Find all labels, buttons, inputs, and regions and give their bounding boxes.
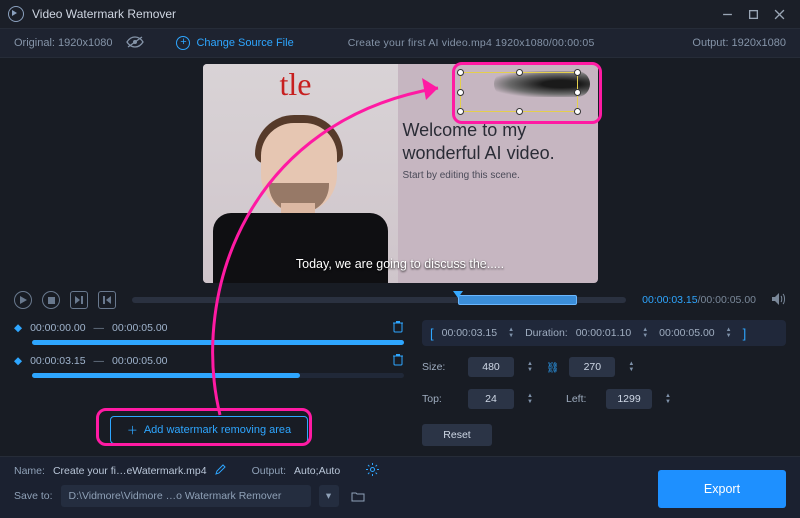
segment-end: 00:00:05.00: [112, 355, 167, 367]
spinner[interactable]: ▲▼: [505, 327, 517, 339]
playhead-icon[interactable]: [453, 291, 463, 298]
secondary-toolbar: Original: 1920x1080 + Change Source File…: [0, 28, 800, 58]
time-range-row: [ 00:00:03.15 ▲▼ Duration: 00:00:01.10 ▲▼…: [422, 320, 786, 346]
resize-handle[interactable]: [516, 69, 523, 76]
original-resolution: Original: 1920x1080: [14, 37, 112, 49]
output-settings-icon[interactable]: [366, 463, 379, 479]
reset-button[interactable]: Reset: [422, 424, 492, 446]
segment-anchor-icon: ◆: [14, 355, 22, 367]
output-format: Auto;Auto: [294, 465, 340, 477]
resize-handle[interactable]: [457, 89, 464, 96]
spinner[interactable]: ▲▼: [639, 327, 651, 339]
width-input[interactable]: 480: [468, 357, 514, 377]
left-label: Left:: [566, 393, 596, 405]
edit-name-icon[interactable]: [215, 464, 226, 478]
toggle-preview-icon[interactable]: [126, 36, 144, 51]
segment-start: 00:00:00.00: [30, 322, 85, 334]
titlebar: Video Watermark Remover: [0, 0, 800, 28]
segment-row[interactable]: ◆ 00:00:00.00 — 00:00:05.00: [14, 320, 404, 336]
preview-area: tle Welcome to my wonderful AI video. St…: [0, 58, 800, 288]
link-aspect-icon[interactable]: ⛓: [546, 361, 559, 374]
app-title: Video Watermark Remover: [32, 7, 176, 21]
segments-list: ◆ 00:00:00.00 — 00:00:05.00 ◆ 00:00:03.1…: [14, 320, 404, 446]
resize-handle[interactable]: [574, 89, 581, 96]
output-resolution: Output: 1920x1080: [692, 37, 786, 49]
seek-bar[interactable]: [132, 297, 626, 303]
spinner[interactable]: ▲▼: [625, 361, 637, 373]
segment-anchor-icon: ◆: [14, 322, 22, 334]
saveto-label: Save to:: [14, 490, 53, 502]
path-dropdown[interactable]: ▾: [319, 485, 339, 507]
add-watermark-area-button[interactable]: ＋ Add watermark removing area: [110, 416, 308, 444]
duration-label: Duration:: [525, 327, 568, 339]
open-folder-icon[interactable]: [347, 485, 369, 507]
selection-range[interactable]: [458, 295, 577, 305]
app-logo-icon: [8, 6, 24, 22]
size-label: Size:: [422, 361, 458, 373]
mark-out-button[interactable]: [98, 291, 116, 309]
plus-circle-icon: +: [176, 36, 190, 50]
range-start[interactable]: 00:00:03.15: [442, 327, 497, 339]
resize-handle[interactable]: [574, 108, 581, 115]
spinner[interactable]: ▲▼: [723, 327, 735, 339]
spinner[interactable]: ▲▼: [662, 393, 674, 405]
stop-button[interactable]: [42, 291, 60, 309]
spinner[interactable]: ▲▼: [524, 393, 536, 405]
top-input[interactable]: 24: [468, 389, 514, 409]
area-properties: [ 00:00:03.15 ▲▼ Duration: 00:00:01.10 ▲▼…: [422, 320, 786, 446]
resize-handle[interactable]: [457, 108, 464, 115]
bracket-right-icon[interactable]: ]: [743, 326, 747, 341]
timecode: 00:00:03.15/00:00:05.00: [642, 294, 756, 306]
left-input[interactable]: 1299: [606, 389, 652, 409]
export-button[interactable]: Export: [658, 470, 786, 508]
spinner[interactable]: ▲▼: [524, 361, 536, 373]
source-file-info: Create your first AI video.mp4 1920x1080…: [348, 37, 595, 49]
bracket-left-icon[interactable]: [: [430, 326, 434, 341]
minimize-button[interactable]: [714, 2, 740, 26]
top-label: Top:: [422, 393, 458, 405]
segment-end: 00:00:05.00: [112, 322, 167, 334]
play-button[interactable]: [14, 291, 32, 309]
volume-icon[interactable]: [772, 293, 786, 308]
resize-handle[interactable]: [516, 108, 523, 115]
playback-controls: 00:00:03.15/00:00:05.00: [0, 288, 800, 312]
video-heading: Welcome to my wonderful AI video.: [403, 119, 590, 164]
maximize-button[interactable]: [740, 2, 766, 26]
height-input[interactable]: 270: [569, 357, 615, 377]
watermark-selection-box[interactable]: [460, 72, 578, 112]
change-source-label: Change Source File: [196, 37, 293, 49]
range-duration[interactable]: 00:00:01.10: [576, 327, 631, 339]
output-label: Output:: [252, 465, 286, 477]
video-caption: Today, we are going to discuss the.....: [203, 257, 598, 271]
range-end[interactable]: 00:00:05.00: [659, 327, 714, 339]
save-path[interactable]: D:\Vidmore\Vidmore …o Watermark Remover: [61, 485, 311, 507]
settings-panel: ◆ 00:00:00.00 — 00:00:05.00 ◆ 00:00:03.1…: [0, 312, 800, 446]
video-preview[interactable]: tle Welcome to my wonderful AI video. St…: [203, 64, 598, 283]
output-filename: Create your fi…eWatermark.mp4: [53, 465, 207, 477]
mark-in-button[interactable]: [70, 291, 88, 309]
plus-icon: ＋: [127, 422, 138, 438]
resize-handle[interactable]: [574, 69, 581, 76]
name-label: Name:: [14, 465, 45, 477]
delete-segment-icon[interactable]: [392, 353, 404, 369]
close-button[interactable]: [766, 2, 792, 26]
video-subtitle: Start by editing this scene.: [403, 170, 590, 181]
overlay-text-tle: tle: [280, 66, 312, 103]
segment-start: 00:00:03.15: [30, 355, 85, 367]
change-source-button[interactable]: + Change Source File: [176, 36, 293, 50]
resize-handle[interactable]: [457, 69, 464, 76]
delete-segment-icon[interactable]: [392, 320, 404, 336]
footer: Name: Create your fi…eWatermark.mp4 Outp…: [0, 456, 800, 518]
segment-row[interactable]: ◆ 00:00:03.15 — 00:00:05.00: [14, 353, 404, 369]
